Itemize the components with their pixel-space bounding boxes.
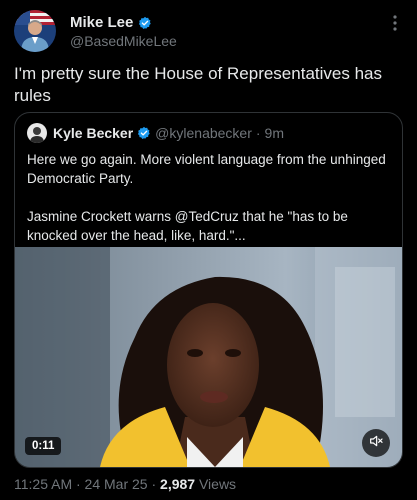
tweet-timestamp[interactable]: 11:25 AM · 24 Mar 25 ·: [14, 476, 156, 492]
quote-header: Kyle Becker @kylenabecker · 9m: [53, 125, 284, 141]
quote-text-paragraph: Jasmine Crockett warns @TedCruz that he …: [27, 209, 348, 243]
author-name-label[interactable]: Mike Lee: [70, 14, 133, 31]
author-name[interactable]: Mike Lee: [70, 14, 152, 31]
mute-toggle-button[interactable]: [362, 429, 390, 457]
tweet-text: I'm pretty sure the House of Representat…: [14, 64, 382, 105]
views-count: 2,987: [160, 476, 196, 492]
video-thumbnail: [15, 247, 402, 467]
verified-badge-icon: [137, 126, 151, 140]
tweet-meta: 11:25 AM · 24 Mar 25 · 2,987 Views: [14, 476, 236, 492]
video-duration-badge: 0:11: [25, 437, 62, 455]
verified-badge-icon: [138, 16, 152, 30]
quote-text-paragraph: Here we go again. More violent language …: [27, 152, 386, 186]
speaker-muted-icon: [368, 433, 384, 454]
quote-author-avatar[interactable]: [27, 123, 47, 143]
more-options-button[interactable]: [387, 14, 403, 36]
video-player[interactable]: 0:11: [15, 247, 402, 467]
views-label: Views: [198, 476, 237, 492]
quote-separator: ·: [255, 125, 261, 141]
quote-author-name[interactable]: Kyle Becker: [53, 125, 133, 141]
quote-author-handle[interactable]: @kylenabecker: [155, 125, 252, 141]
quote-text: Here we go again. More violent language …: [27, 150, 387, 245]
quoted-tweet-card[interactable]: Kyle Becker @kylenabecker · 9m Here we g…: [14, 112, 403, 468]
quote-timestamp[interactable]: 9m: [265, 125, 284, 141]
author-handle[interactable]: @BasedMikeLee: [70, 33, 177, 49]
more-options-icon: [393, 14, 397, 36]
author-avatar[interactable]: [14, 10, 56, 52]
